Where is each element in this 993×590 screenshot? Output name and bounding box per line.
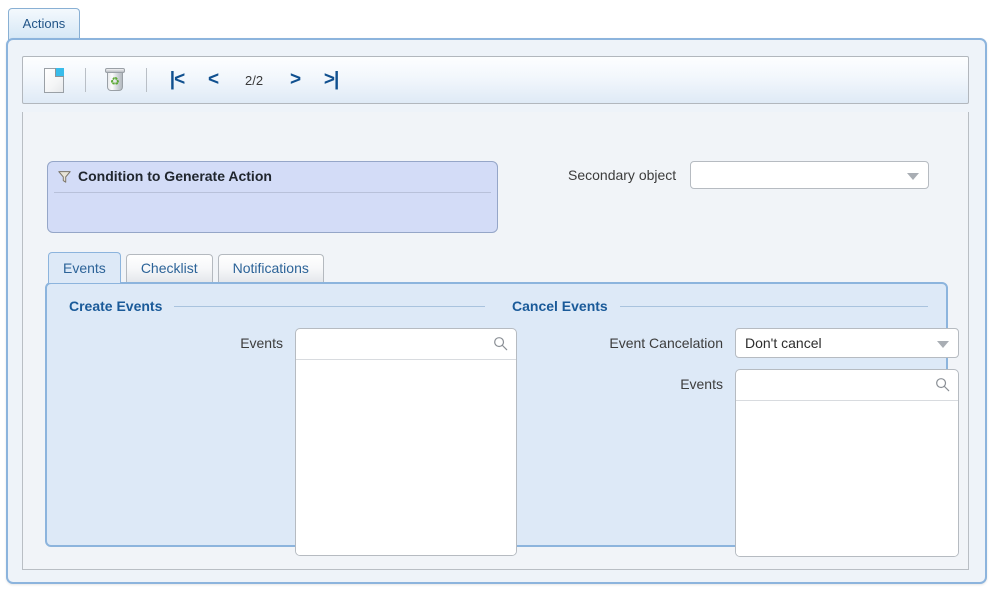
create-events-listbox[interactable] (295, 328, 517, 556)
tab-checklist[interactable]: Checklist (125, 254, 213, 283)
inner-tabstrip: Events Checklist Notifications (48, 252, 329, 283)
cancel-events-events-label: Events (680, 376, 723, 392)
pager-prev-button[interactable]: < (195, 65, 231, 95)
create-events-search-input[interactable] (296, 329, 516, 360)
pager-last-button[interactable]: >| (313, 65, 349, 95)
window-tab-actions[interactable]: Actions (8, 8, 80, 40)
search-icon (936, 378, 950, 392)
pager-next-label: > (290, 69, 301, 90)
content-area: Condition to Generate Action Secondary o… (22, 112, 969, 570)
cancel-events-search-input[interactable] (736, 370, 958, 401)
cancel-events-legend-label: Cancel Events (512, 298, 608, 314)
tab-events-label: Events (63, 260, 106, 276)
cancel-events-legend: Cancel Events (512, 298, 928, 314)
event-cancelation-row: Event Cancelation Don't cancel (512, 328, 959, 358)
toolbar-separator (146, 68, 147, 92)
recycle-bin-icon: ♻ (105, 68, 125, 92)
create-events-field-row: Events (69, 328, 517, 556)
secondary-object-select[interactable] (690, 161, 930, 189)
condition-title: Condition to Generate Action (78, 168, 272, 184)
filter-funnel-icon (58, 170, 71, 183)
secondary-object-row: Secondary object (568, 161, 930, 189)
new-document-icon (44, 67, 64, 93)
pager-first-label: |< (169, 69, 185, 90)
window-frame: ♻ |< < 2/2 > >| Condition to Generate Ac… (6, 38, 987, 584)
legend-rule (174, 305, 485, 307)
window-tabstrip: Actions (0, 0, 993, 40)
pager-first-button[interactable]: |< (159, 65, 195, 95)
secondary-object-label: Secondary object (568, 167, 677, 183)
cancel-events-list[interactable] (736, 401, 958, 556)
chevron-down-icon (907, 173, 920, 180)
toolbar-items: ♻ |< < 2/2 > >| (37, 57, 349, 103)
application-window: Actions ♻ |< < 2/2 > >| Condition to Gen… (0, 0, 993, 590)
pager-prev-label: < (207, 69, 219, 90)
chevron-down-icon (937, 341, 949, 348)
tab-events[interactable]: Events (48, 252, 121, 283)
tab-notifications[interactable]: Notifications (217, 254, 324, 283)
cancel-events-field-row: Events (512, 369, 959, 557)
tab-checklist-label: Checklist (140, 260, 198, 276)
condition-header: Condition to Generate Action (48, 162, 497, 190)
cancel-events-listbox[interactable] (735, 369, 959, 557)
pager-last-label: >| (323, 69, 339, 90)
condition-panel[interactable]: Condition to Generate Action (47, 161, 498, 233)
legend-rule (619, 305, 928, 307)
window-tab-label: Actions (22, 16, 66, 31)
condition-separator (54, 192, 491, 193)
tab-notifications-label: Notifications (232, 260, 309, 276)
pager-next-button[interactable]: > (277, 65, 313, 95)
delete-record-button[interactable]: ♻ (98, 63, 132, 97)
events-tab-panel: Create Events Events Cancel Events Event… (45, 282, 959, 557)
search-icon (494, 337, 508, 351)
create-events-list[interactable] (296, 360, 516, 555)
create-events-legend-label: Create Events (69, 298, 163, 314)
event-cancelation-label: Event Cancelation (609, 335, 723, 351)
record-pager: |< < 2/2 > >| (159, 65, 349, 95)
new-record-button[interactable] (37, 63, 71, 97)
toolbar-separator (85, 68, 86, 92)
pager-count: 2/2 (245, 72, 264, 88)
toolbar: ♻ |< < 2/2 > >| (22, 56, 969, 104)
event-cancelation-select[interactable]: Don't cancel (735, 328, 959, 358)
create-events-events-label: Events (240, 335, 283, 351)
create-events-legend: Create Events (69, 298, 485, 314)
event-cancelation-value: Don't cancel (745, 335, 822, 351)
